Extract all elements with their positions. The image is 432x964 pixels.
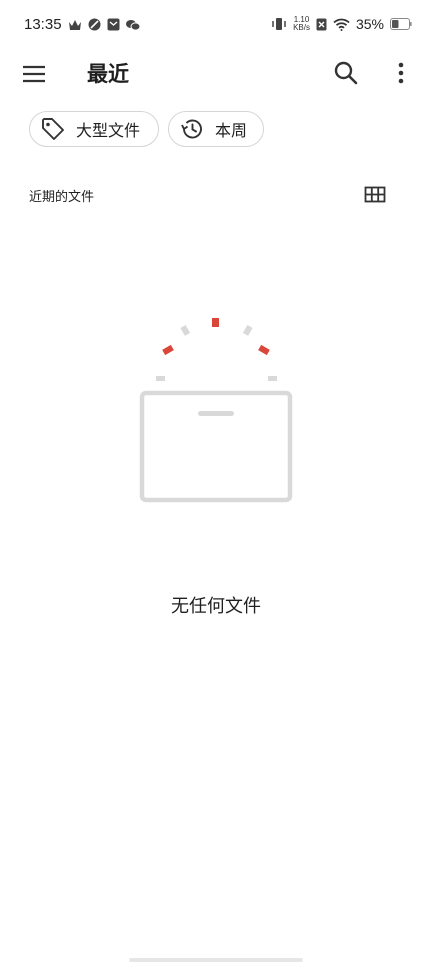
search-icon (334, 61, 358, 85)
page-title: 最近 (87, 62, 129, 86)
section-title-recent-files: 近期的文件 (29, 190, 95, 205)
crown-icon (69, 19, 81, 30)
system-indicators: 1.10 KB/s 35% (271, 16, 412, 32)
status-bar: 13:35 1.10 KB/s 35% (0, 0, 432, 50)
wechat-icon (126, 19, 140, 31)
empty-box-icon (139, 318, 293, 503)
grid-view-toggle[interactable] (363, 183, 387, 207)
filter-chip-label: 本周 (215, 121, 248, 140)
network-speed: 1.10 KB/s (293, 16, 310, 32)
filter-chip-label: 大型文件 (76, 121, 141, 140)
empty-state-illustration (135, 314, 297, 506)
no-sim-icon (316, 18, 327, 30)
battery-icon (390, 18, 412, 30)
wifi-icon (333, 18, 350, 31)
app-bar: 最近 (0, 50, 432, 96)
tag-icon (42, 118, 64, 140)
navigation-handle[interactable] (129, 958, 303, 962)
search-button[interactable] (332, 59, 360, 87)
leaf-icon (88, 18, 101, 31)
status-time: 13:35 (24, 16, 62, 33)
empty-state-message: 无任何文件 (171, 596, 261, 617)
vibrate-icon (272, 18, 286, 30)
menu-button[interactable] (20, 60, 48, 88)
history-icon (181, 119, 202, 139)
notification-icons (68, 18, 140, 31)
filter-chip-this-week[interactable]: 本周 (168, 111, 264, 147)
hamburger-menu-icon (23, 65, 45, 83)
more-options-button[interactable] (388, 59, 414, 87)
battery-percent: 35% (355, 16, 384, 32)
speed-unit: KB/s (293, 23, 310, 32)
more-vert-icon (398, 62, 404, 84)
grid-view-icon (364, 186, 386, 203)
message-icon (107, 18, 120, 31)
filter-chip-large-files[interactable]: 大型文件 (29, 111, 159, 147)
